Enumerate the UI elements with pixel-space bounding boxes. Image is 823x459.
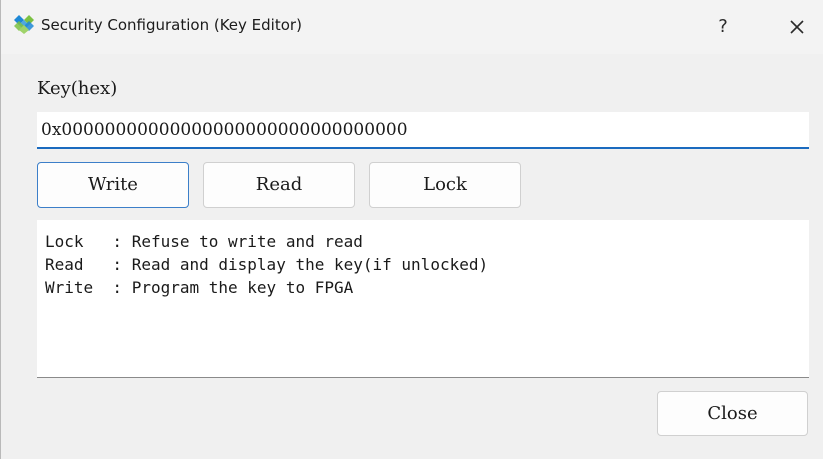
help-text-box: Lock : Refuse to write and read Read : R… (37, 220, 809, 378)
key-label: Key(hex) (37, 78, 118, 99)
window-title: Security Configuration (Key Editor) (41, 16, 302, 34)
close-button[interactable]: Close (657, 391, 808, 436)
title-bar: Security Configuration (Key Editor) ? (1, 0, 823, 54)
write-button[interactable]: Write (37, 162, 189, 208)
key-input[interactable] (37, 112, 809, 149)
read-button[interactable]: Read (203, 162, 355, 208)
help-line-write: Write : Program the key to FPGA (45, 278, 354, 297)
help-line-lock: Lock : Refuse to write and read (45, 232, 363, 251)
gowin-logo-icon (14, 15, 34, 34)
close-icon[interactable] (775, 8, 819, 46)
help-button[interactable]: ? (701, 8, 745, 46)
key-editor-dialog: Security Configuration (Key Editor) ? Ke… (0, 0, 823, 459)
lock-button[interactable]: Lock (369, 162, 521, 208)
help-line-read: Read : Read and display the key(if unloc… (45, 255, 489, 274)
